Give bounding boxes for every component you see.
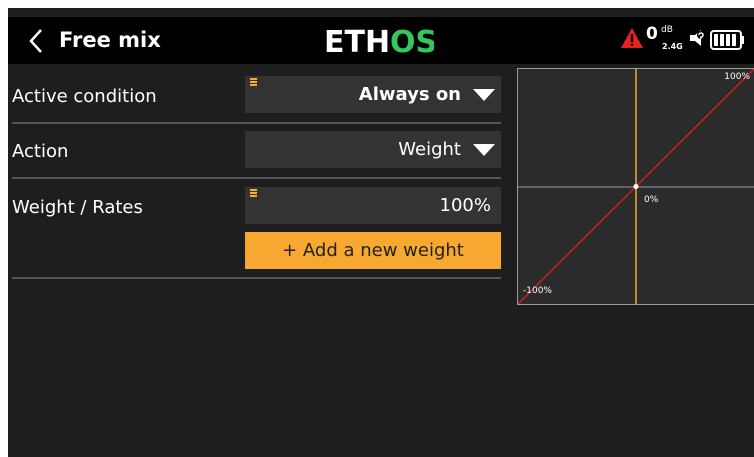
status-area: 0 dB 2.4G — [614, 17, 754, 64]
chevron-left-icon — [29, 29, 42, 53]
divider — [12, 122, 501, 124]
action-value: Weight — [398, 139, 461, 160]
editable-marker-icon — [250, 189, 257, 198]
divider — [12, 177, 501, 179]
active-condition-select[interactable]: Always on — [245, 76, 501, 113]
dropdown-arrow-icon — [473, 144, 495, 156]
graph-label-min: -100% — [523, 286, 552, 296]
svg-text:ETH: ETH — [324, 25, 390, 58]
graph-label-center: 0% — [644, 195, 659, 205]
screen: Free mix ETH OS 0 dB 2.4G Active conditi… — [8, 8, 754, 457]
ethos-logo: ETH OS — [324, 22, 437, 62]
battery-icon — [710, 30, 744, 50]
action-select[interactable]: Weight — [245, 131, 501, 168]
action-label: Action — [12, 141, 69, 162]
header-bar: Free mix ETH OS 0 dB 2.4G — [8, 17, 754, 64]
speaker-icon — [690, 30, 705, 46]
rssi-value: 0 — [646, 24, 658, 44]
active-condition-label: Active condition — [12, 86, 157, 107]
dropdown-arrow-icon — [473, 89, 495, 101]
divider — [12, 277, 501, 279]
curve-graph-svg — [518, 69, 754, 304]
graph-label-max: 100% — [724, 72, 750, 82]
warning-icon — [621, 28, 643, 48]
svg-text:OS: OS — [390, 25, 434, 58]
weight-rates-label: Weight / Rates — [12, 197, 143, 218]
band-label: 2.4G — [662, 42, 683, 51]
editable-marker-icon — [250, 78, 257, 87]
curve-graph: 100% 0% -100% — [517, 68, 754, 305]
rssi-unit: dB — [661, 25, 673, 35]
weight-field[interactable]: 100% — [245, 187, 501, 224]
weight-value: 100% — [439, 195, 491, 216]
active-condition-value: Always on — [358, 84, 461, 105]
page-title: Free mix — [59, 28, 161, 52]
add-weight-button[interactable]: + Add a new weight — [245, 232, 501, 269]
back-button[interactable] — [18, 19, 54, 63]
curve-point — [633, 184, 639, 189]
